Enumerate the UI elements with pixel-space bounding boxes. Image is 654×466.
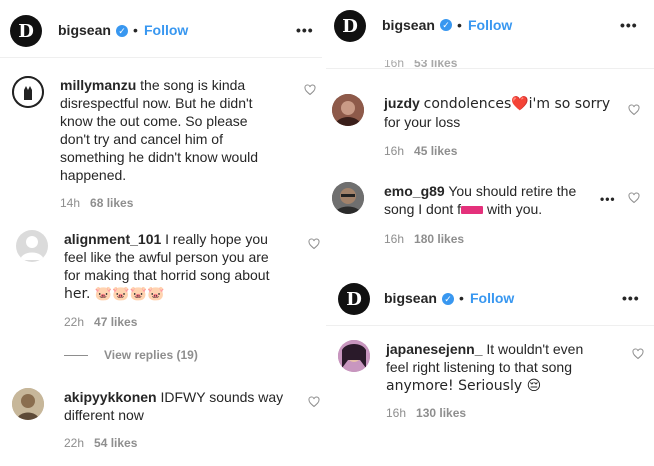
- like-count[interactable]: 54 likes: [94, 436, 137, 450]
- comment-text: juzdy condolences❤️i'm so sorry for your…: [384, 94, 610, 131]
- header-username[interactable]: bigsean: [58, 22, 111, 38]
- comment-line: It wouldn't even: [486, 341, 584, 357]
- comment-meta: 22h 47 likes: [64, 315, 137, 329]
- follow-button[interactable]: Follow: [470, 290, 514, 306]
- more-options-icon[interactable]: •••: [620, 17, 638, 33]
- heart-outline-icon[interactable]: [628, 192, 640, 204]
- heart-outline-icon[interactable]: [308, 396, 320, 408]
- comment-text: akipyykkonen IDFWY sounds way different …: [64, 388, 283, 424]
- post-header: D bigsean ✓ • Follow •••: [326, 272, 654, 326]
- comment-line: different now: [64, 407, 144, 423]
- comment-line: feel right listening to that song: [386, 359, 573, 375]
- comment-time: 22h: [64, 436, 85, 450]
- scroll-mask: [326, 52, 654, 60]
- comment-username[interactable]: millymanzu: [60, 77, 136, 93]
- like-count[interactable]: 45 likes: [414, 144, 457, 158]
- comment-time: 16h: [384, 232, 405, 246]
- like-count[interactable]: 47 likes: [94, 315, 137, 329]
- post-header: D bigsean ✓ • Follow •••: [0, 4, 322, 58]
- comment-line: IDFWY sounds way: [160, 389, 284, 405]
- header-divider: [326, 68, 654, 69]
- comment-time: 16h: [384, 144, 405, 158]
- comment-line: know the out come. So please: [60, 113, 248, 129]
- comment-text: japanesejenn_ It wouldn't even feel righ…: [386, 340, 583, 395]
- comment-line: I really hope you: [165, 231, 268, 247]
- comment-line: condolences❤️i'm so sorry: [423, 96, 611, 112]
- heart-outline-icon[interactable]: [628, 104, 640, 116]
- avatar[interactable]: [12, 388, 44, 420]
- comment-time: 14h: [60, 196, 81, 210]
- avatar[interactable]: D: [10, 15, 42, 47]
- replies-line: [64, 355, 88, 356]
- separator-dot: •: [457, 17, 462, 33]
- comment-time: 22h: [64, 315, 85, 329]
- comment-username[interactable]: juzdy: [384, 95, 420, 111]
- comment-line: song I dont f: [384, 201, 462, 217]
- comment-line: for your loss: [384, 114, 461, 130]
- like-count[interactable]: 130 likes: [416, 406, 466, 420]
- avatar[interactable]: [338, 340, 370, 372]
- more-options-icon[interactable]: •••: [600, 192, 616, 206]
- avatar[interactable]: [16, 230, 48, 262]
- comment-text: emo_g89 You should retire the song I don…: [384, 182, 576, 218]
- redaction-mark: [461, 206, 484, 215]
- comment-line: something he didn't know would: [60, 149, 259, 165]
- post-header: D bigsean ✓ • Follow •••: [326, 0, 654, 54]
- comment-line: feel like the awful person you are: [64, 249, 269, 265]
- avatar[interactable]: D: [338, 283, 370, 315]
- comment-line: for making that horrid song about: [64, 267, 270, 283]
- comment-line: happened.: [60, 167, 127, 183]
- comment-username[interactable]: japanesejenn_: [386, 341, 483, 357]
- like-count[interactable]: 68 likes: [90, 196, 133, 210]
- heart-outline-icon[interactable]: [308, 238, 320, 250]
- comment-text: alignment_101 I really hope you feel lik…: [64, 230, 269, 303]
- avatar[interactable]: [332, 94, 364, 126]
- comment-line: the song is kinda: [140, 77, 246, 93]
- comment-line: with you.: [486, 201, 543, 217]
- heart-outline-icon[interactable]: [632, 348, 644, 360]
- right-bottom-panel: D bigsean ✓ • Follow ••• japanesejenn_ I…: [326, 268, 654, 466]
- view-replies-button[interactable]: View replies (19): [104, 348, 198, 362]
- comment-username[interactable]: emo_g89: [384, 183, 445, 199]
- comment-time: 16h: [386, 406, 407, 420]
- comment-line: disrespectful now. But he didn't: [60, 95, 253, 111]
- like-count[interactable]: 180 likes: [414, 232, 464, 246]
- comment-meta: 16h 45 likes: [384, 144, 457, 158]
- follow-button[interactable]: Follow: [144, 22, 188, 38]
- more-options-icon[interactable]: •••: [296, 22, 314, 38]
- avatar[interactable]: [332, 182, 364, 214]
- more-options-icon[interactable]: •••: [622, 290, 640, 306]
- separator-dot: •: [459, 290, 464, 306]
- left-panel: D bigsean ✓ • Follow ••• millymanzu the …: [0, 0, 322, 466]
- separator-dot: •: [133, 22, 138, 38]
- comment-line: her. 🐷🐷🐷🐷: [64, 286, 165, 302]
- heart-outline-icon[interactable]: [304, 84, 316, 96]
- header-username[interactable]: bigsean: [382, 17, 435, 33]
- comment-text: millymanzu the song is kinda disrespectf…: [60, 76, 258, 184]
- comment-line: You should retire the: [448, 183, 577, 199]
- verified-badge-icon: ✓: [116, 25, 128, 37]
- verified-badge-icon: ✓: [442, 293, 454, 305]
- avatar[interactable]: [12, 76, 44, 108]
- header-divider: [326, 325, 654, 326]
- right-top-panel: D bigsean ✓ • Follow ••• 16h 53 likes juz…: [326, 0, 654, 262]
- header-username[interactable]: bigsean: [384, 290, 437, 306]
- comment-line: anymore! Seriously 😔: [386, 378, 542, 394]
- follow-button[interactable]: Follow: [468, 17, 512, 33]
- comment-username[interactable]: akipyykkonen: [64, 389, 157, 405]
- avatar[interactable]: D: [334, 10, 366, 42]
- comment-meta: 16h 180 likes: [384, 232, 464, 246]
- verified-badge-icon: ✓: [440, 19, 452, 31]
- comment-line: don't try and cancel him of: [60, 131, 223, 147]
- comment-meta: 22h 54 likes: [64, 436, 137, 450]
- comment-username[interactable]: alignment_101: [64, 231, 161, 247]
- comment-meta: 16h 130 likes: [386, 406, 466, 420]
- comment-meta: 14h 68 likes: [60, 196, 133, 210]
- header-divider: [0, 57, 322, 58]
